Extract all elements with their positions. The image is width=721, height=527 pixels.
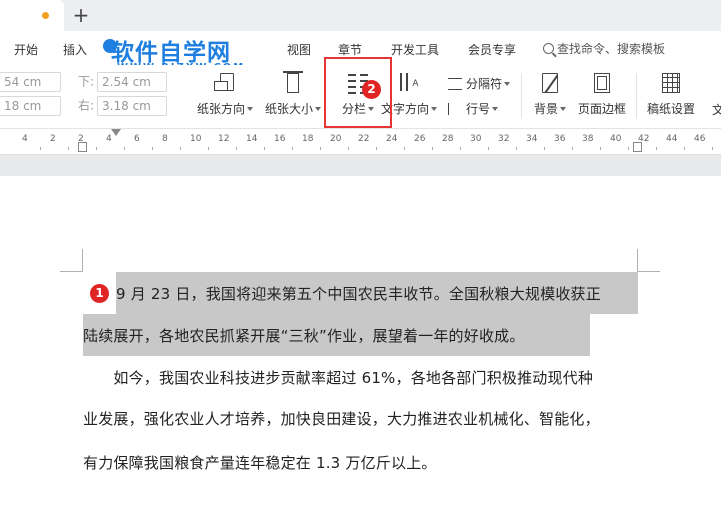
menu-home[interactable]: 开始 <box>14 41 38 58</box>
margin-left-field[interactable]: 18 cm <box>0 96 61 116</box>
ruler-tick <box>180 147 181 150</box>
ruler-tick <box>712 147 713 150</box>
paragraph-2-line-1[interactable]: 如今，我国农业科技进步贡献率超过 61%，各地各部门积极推动现代种 <box>83 367 593 388</box>
ruler-tick-label: 20 <box>330 134 342 144</box>
text-direction-icon: A <box>398 71 420 95</box>
ruler-tick <box>264 147 265 150</box>
ruler-tick-label: 38 <box>582 134 594 144</box>
ruler-tick <box>460 147 461 150</box>
ruler-tick-label: 14 <box>246 134 258 144</box>
ruler-tick-label: 28 <box>442 134 454 144</box>
menu-section[interactable]: 章节 <box>338 41 362 58</box>
ruler-tick <box>40 147 41 150</box>
paragraph-1-line-1[interactable]: 9 月 23 日，我国将迎来第五个中国农民丰收节。全国秋粮大规模收获正 <box>116 283 601 304</box>
grid-paper-icon <box>660 71 682 95</box>
ruler-tick-label: 10 <box>190 134 202 144</box>
ruler-tick <box>208 147 209 150</box>
ruler-tick-label: 34 <box>526 134 538 144</box>
crop-mark <box>82 249 83 272</box>
ruler-tick <box>376 147 377 150</box>
crop-mark <box>637 271 660 272</box>
paragraph-1-line-2[interactable]: 陆续展开，各地农民抓紧开展“三秋”作业，展望着一年的好收成。 <box>83 325 525 346</box>
ruler-tick <box>544 147 545 150</box>
ruler-tick-label: 16 <box>274 134 286 144</box>
ruler-tick <box>404 147 405 150</box>
ruler-tick <box>68 147 69 150</box>
ruler-tick-label: 32 <box>498 134 510 144</box>
ribbon-divider <box>521 73 522 119</box>
ruler-tick <box>348 147 349 150</box>
paragraph-2-line-2[interactable]: 业发展，强化农业人才培养，加快良田建设，大力推进农业机械化、智能化， <box>83 408 600 429</box>
line-number-button[interactable]: 行号 <box>448 100 499 117</box>
menu-membership[interactable]: 会员专享 <box>468 41 516 58</box>
page-border-button[interactable]: 页面边框 <box>576 71 628 117</box>
ruler-tick <box>152 147 153 150</box>
page-orientation-icon <box>214 71 236 95</box>
ruler-tick-label: 46 <box>694 134 706 144</box>
ruler-tick-label: 18 <box>302 134 314 144</box>
truncated-tool-label[interactable]: 文 <box>712 101 721 118</box>
line-number-icon <box>448 103 462 115</box>
right-indent-marker[interactable] <box>633 142 642 152</box>
orientation-button[interactable]: 纸张方向 <box>196 71 254 117</box>
ruler-tick <box>572 147 573 150</box>
new-tab-button[interactable]: + <box>70 4 92 26</box>
ribbon-divider <box>636 73 637 119</box>
search-placeholder: 查找命令、搜索模板 <box>557 42 666 56</box>
command-search[interactable]: 查找命令、搜索模板 <box>543 40 665 57</box>
tab-strip: + <box>0 0 721 31</box>
ruler-tick <box>236 147 237 150</box>
ruler-tick <box>656 147 657 150</box>
grid-paper-button[interactable]: 稿纸设置 <box>644 71 698 117</box>
paper-size-icon <box>282 71 304 95</box>
ruler-tick-label: 36 <box>554 134 566 144</box>
ruler-tick-label: 4 <box>22 134 28 144</box>
ruler-tick-label: 8 <box>162 134 168 144</box>
search-icon <box>543 43 554 54</box>
horizontal-ruler[interactable]: 4 2 2 4 6 8 10 12 14 16 18 20 22 24 26 28 30 32 34 36 38 40 42… <box>0 129 721 155</box>
document-tab[interactable] <box>0 0 64 31</box>
crop-mark <box>60 271 83 272</box>
ruler-tick <box>488 147 489 150</box>
background-icon <box>539 71 561 95</box>
crop-mark <box>637 249 638 272</box>
paper-size-button[interactable]: 纸张大小 <box>264 71 322 117</box>
ruler-tick-label: 24 <box>386 134 398 144</box>
menu-view[interactable]: 视图 <box>287 41 311 58</box>
step-1-badge: 1 <box>90 284 109 303</box>
ruler-tick-label: 44 <box>666 134 678 144</box>
columns-highlight-box <box>324 57 392 128</box>
ruler-tick-label: 22 <box>358 134 370 144</box>
page-break-icon <box>448 78 462 90</box>
ruler-tick <box>124 147 125 150</box>
ruler-tick-label: 40 <box>610 134 622 144</box>
ruler-tick <box>684 147 685 150</box>
left-indent-marker[interactable] <box>78 142 87 152</box>
ruler-tick-label: 26 <box>414 134 426 144</box>
paragraph-2-line-3[interactable]: 有力保障我国粮食产量连年稳定在 1.3 万亿斤以上。 <box>83 452 437 473</box>
margin-right-field[interactable]: 右: 3.18 cm <box>78 96 168 116</box>
background-button[interactable]: 背景 <box>530 71 570 117</box>
ruler-tick-label: 30 <box>470 134 482 144</box>
page-border-icon <box>591 71 613 95</box>
ruler-tick <box>600 147 601 150</box>
first-line-indent-marker[interactable] <box>111 129 121 136</box>
menu-insert[interactable]: 插入 <box>63 41 87 58</box>
ruler-tick <box>516 147 517 150</box>
ruler-tick-label: 12 <box>218 134 230 144</box>
ruler-tick <box>96 147 97 150</box>
ruler-tick <box>320 147 321 150</box>
step-2-badge: 2 <box>362 80 381 99</box>
ruler-tick <box>628 147 629 150</box>
margin-bottom-field[interactable]: 下: 2.54 cm <box>78 72 168 92</box>
menu-developer[interactable]: 开发工具 <box>391 41 439 58</box>
margin-top-field[interactable]: 54 cm <box>0 72 61 92</box>
ruler-tick-label: 6 <box>134 134 140 144</box>
separator-button[interactable]: 分隔符 <box>448 75 511 92</box>
ruler-tick-label: 2 <box>50 134 56 144</box>
ruler-tick <box>292 147 293 150</box>
unsaved-dot-icon <box>42 12 49 19</box>
ruler-tick <box>432 147 433 150</box>
